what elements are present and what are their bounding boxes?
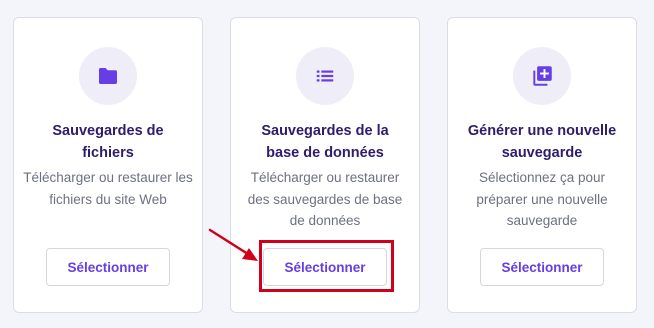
select-database-backups-button[interactable]: Sélectionner [263,248,387,286]
card-title-line: sauvegarde [501,145,583,161]
card-title-line: base de données [266,145,384,161]
card-description-line: préparer une nouvelle [476,191,608,207]
card-description-line: Sélectionnez ça pour [478,170,606,185]
generate-backup-select-button[interactable]: Sélectionner [480,248,604,286]
card-title: Générer une nouvelle sauvegarde [456,120,628,164]
card-description: Télécharger ou restaurer les fichiers du… [22,167,194,210]
file-backups-card: Sauvegardes de fichiers Télécharger ou r… [13,17,203,313]
add-library-icon [533,66,552,86]
folder-icon-circle [79,47,137,105]
card-description: Télécharger ou restaurer des sauvegardes… [239,167,411,232]
select-file-backups-button[interactable]: Sélectionner [46,248,170,286]
card-description-line: fichiers du site Web [49,191,167,207]
folder-icon [99,68,117,84]
card-title: Sauvegardes de la base de données [239,120,411,164]
card-title-line: fichiers [82,145,134,161]
card-description-line: des sauvegardes de base [247,191,403,207]
card-description-line: sauvegarde [506,213,578,228]
list-icon-circle [296,47,354,105]
add-library-icon-circle [513,47,571,105]
card-description-line: Télécharger ou restaurer [250,170,400,185]
card-description: Sélectionnez ça pour préparer une nouvel… [456,167,628,232]
card-title: Sauvegardes de fichiers [22,120,194,164]
database-backups-card: Sauvegardes de la base de données Téléch… [230,17,420,313]
list-icon [316,70,334,82]
card-description-line: Télécharger ou restaurer les [23,170,193,185]
generate-backup-card: Générer une nouvelle sauvegarde Sélectio… [447,17,637,313]
card-title-line: Générer une nouvelle [467,123,617,139]
card-title-line: Sauvegardes de la [261,123,389,139]
card-description-line: de données [289,213,361,228]
card-title-line: Sauvegardes de [52,123,164,139]
